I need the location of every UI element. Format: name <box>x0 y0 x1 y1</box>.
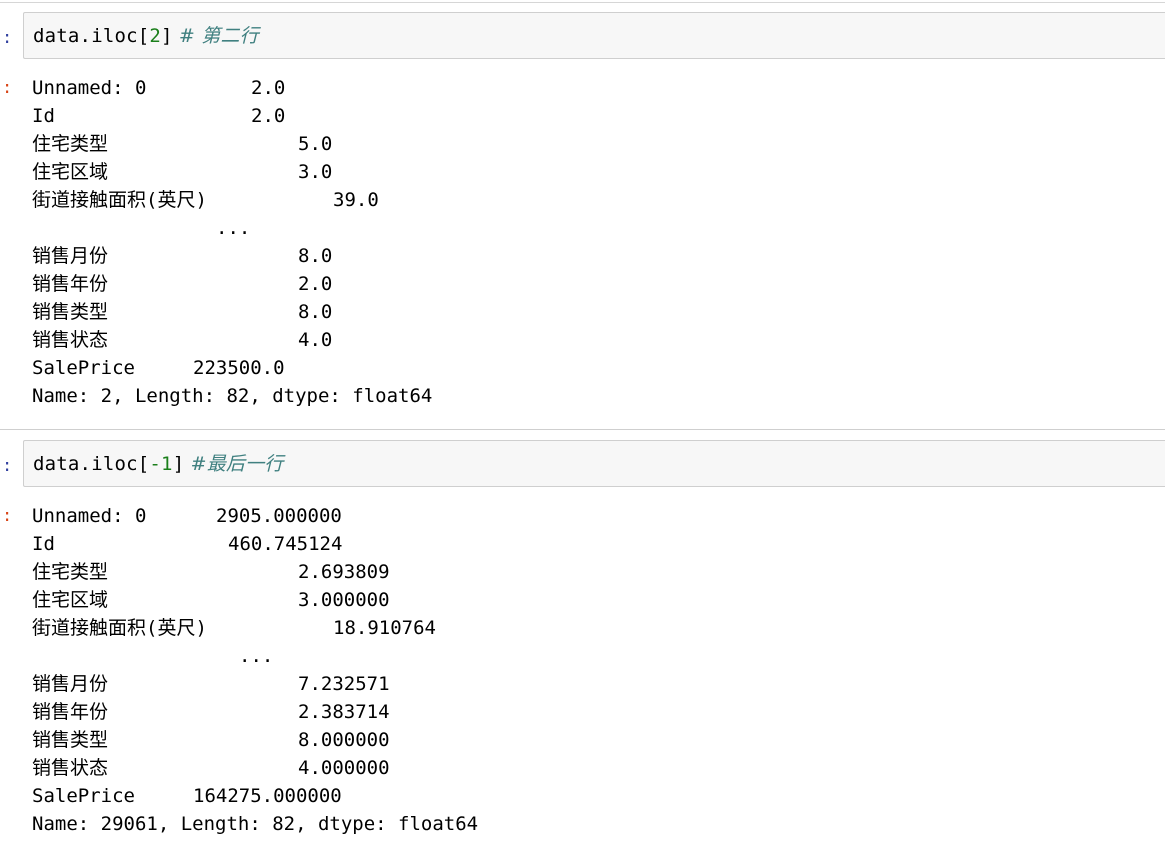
series-value: 8.000000 <box>298 729 390 751</box>
series-value: 223500.0 <box>193 357 285 379</box>
series-value: 8.0 <box>298 301 333 323</box>
series-value: 2.0 <box>251 105 286 127</box>
series-index-label: SalePrice <box>32 785 135 807</box>
series-value: 2.383714 <box>298 701 390 723</box>
ellipsis: ... <box>239 645 274 667</box>
code-token-comment: #最后一行 <box>184 453 284 475</box>
series-value: 18.910764 <box>333 617 436 639</box>
series-index-label: 住宅区域 <box>32 589 109 611</box>
code-token-index: 2 <box>149 25 162 47</box>
series-value: 2.0 <box>251 77 286 99</box>
series-index-label: 销售类型 <box>32 729 109 751</box>
series-index-label: 销售状态 <box>32 757 109 779</box>
series-value: 39.0 <box>333 189 379 211</box>
series-value: 8.0 <box>298 245 333 267</box>
output-prompt: : <box>2 506 13 526</box>
code-token-index: -1 <box>149 453 173 475</box>
series-value: 2.0 <box>298 273 333 295</box>
code-token-open-bracket: [ <box>137 453 150 475</box>
code-input[interactable]: data.iloc[2] # 第二行 <box>23 12 1165 59</box>
series-index-label: 销售类型 <box>32 301 109 323</box>
series-value: 2905.000000 <box>216 505 342 527</box>
ellipsis: ... <box>216 217 251 239</box>
input-prompt: : <box>2 456 13 476</box>
code-line: data.iloc[2] # 第二行 <box>33 24 259 48</box>
series-index-label: 街道接触面积(英尺) <box>32 617 207 639</box>
series-index-label: 销售月份 <box>32 245 109 267</box>
series-index-label: 住宅区域 <box>32 161 109 183</box>
code-input[interactable]: data.iloc[-1] #最后一行 <box>23 440 1165 487</box>
series-index-label: 销售年份 <box>32 273 109 295</box>
series-index-label: 街道接触面积(英尺) <box>32 189 207 211</box>
series-index-label: Unnamed: 0 <box>32 77 147 99</box>
code-token-comment: # 第二行 <box>172 25 259 47</box>
output-prompt: : <box>2 78 13 98</box>
series-index-label: 住宅类型 <box>32 133 109 155</box>
series-index-label: Unnamed: 0 <box>32 505 147 527</box>
series-value: 5.0 <box>298 133 333 155</box>
code-token-name: data.iloc <box>33 25 138 47</box>
series-value: 460.745124 <box>228 533 343 555</box>
code-token-name: data.iloc <box>33 453 138 475</box>
series-index-label: Id <box>32 533 55 555</box>
series-footer-text: Name: 2, Length: 82, dtype: float64 <box>32 385 433 407</box>
series-footer-text: Name: 29061, Length: 82, dtype: float64 <box>32 813 479 835</box>
series-value: 7.232571 <box>298 673 390 695</box>
series-value: 4.000000 <box>298 757 390 779</box>
notebook-cell-1[interactable]: : data.iloc[2] # 第二行 : Unnamed: 0 2.0 Id 2… <box>0 0 1165 428</box>
series-value: 3.000000 <box>298 589 390 611</box>
series-value: 164275.000000 <box>193 785 342 807</box>
notebook-cell-2[interactable]: : data.iloc[-1] #最后一行 : Unnamed: 0 2905.0… <box>0 430 1165 857</box>
series-value: 3.0 <box>298 161 333 183</box>
input-prompt: : <box>2 28 13 48</box>
series-index-label: Id <box>32 105 55 127</box>
series-value: 2.693809 <box>298 561 390 583</box>
code-token-open-bracket: [ <box>137 25 150 47</box>
code-token-close-bracket: ] <box>161 25 173 47</box>
series-index-label: 销售年份 <box>32 701 109 723</box>
code-line: data.iloc[-1] #最后一行 <box>33 452 284 476</box>
series-index-label: 销售状态 <box>32 329 109 351</box>
series-value: 4.0 <box>298 329 333 351</box>
series-index-label: 销售月份 <box>32 673 109 695</box>
series-index-label: 住宅类型 <box>32 561 109 583</box>
code-token-close-bracket: ] <box>172 453 185 475</box>
series-index-label: SalePrice <box>32 357 135 379</box>
